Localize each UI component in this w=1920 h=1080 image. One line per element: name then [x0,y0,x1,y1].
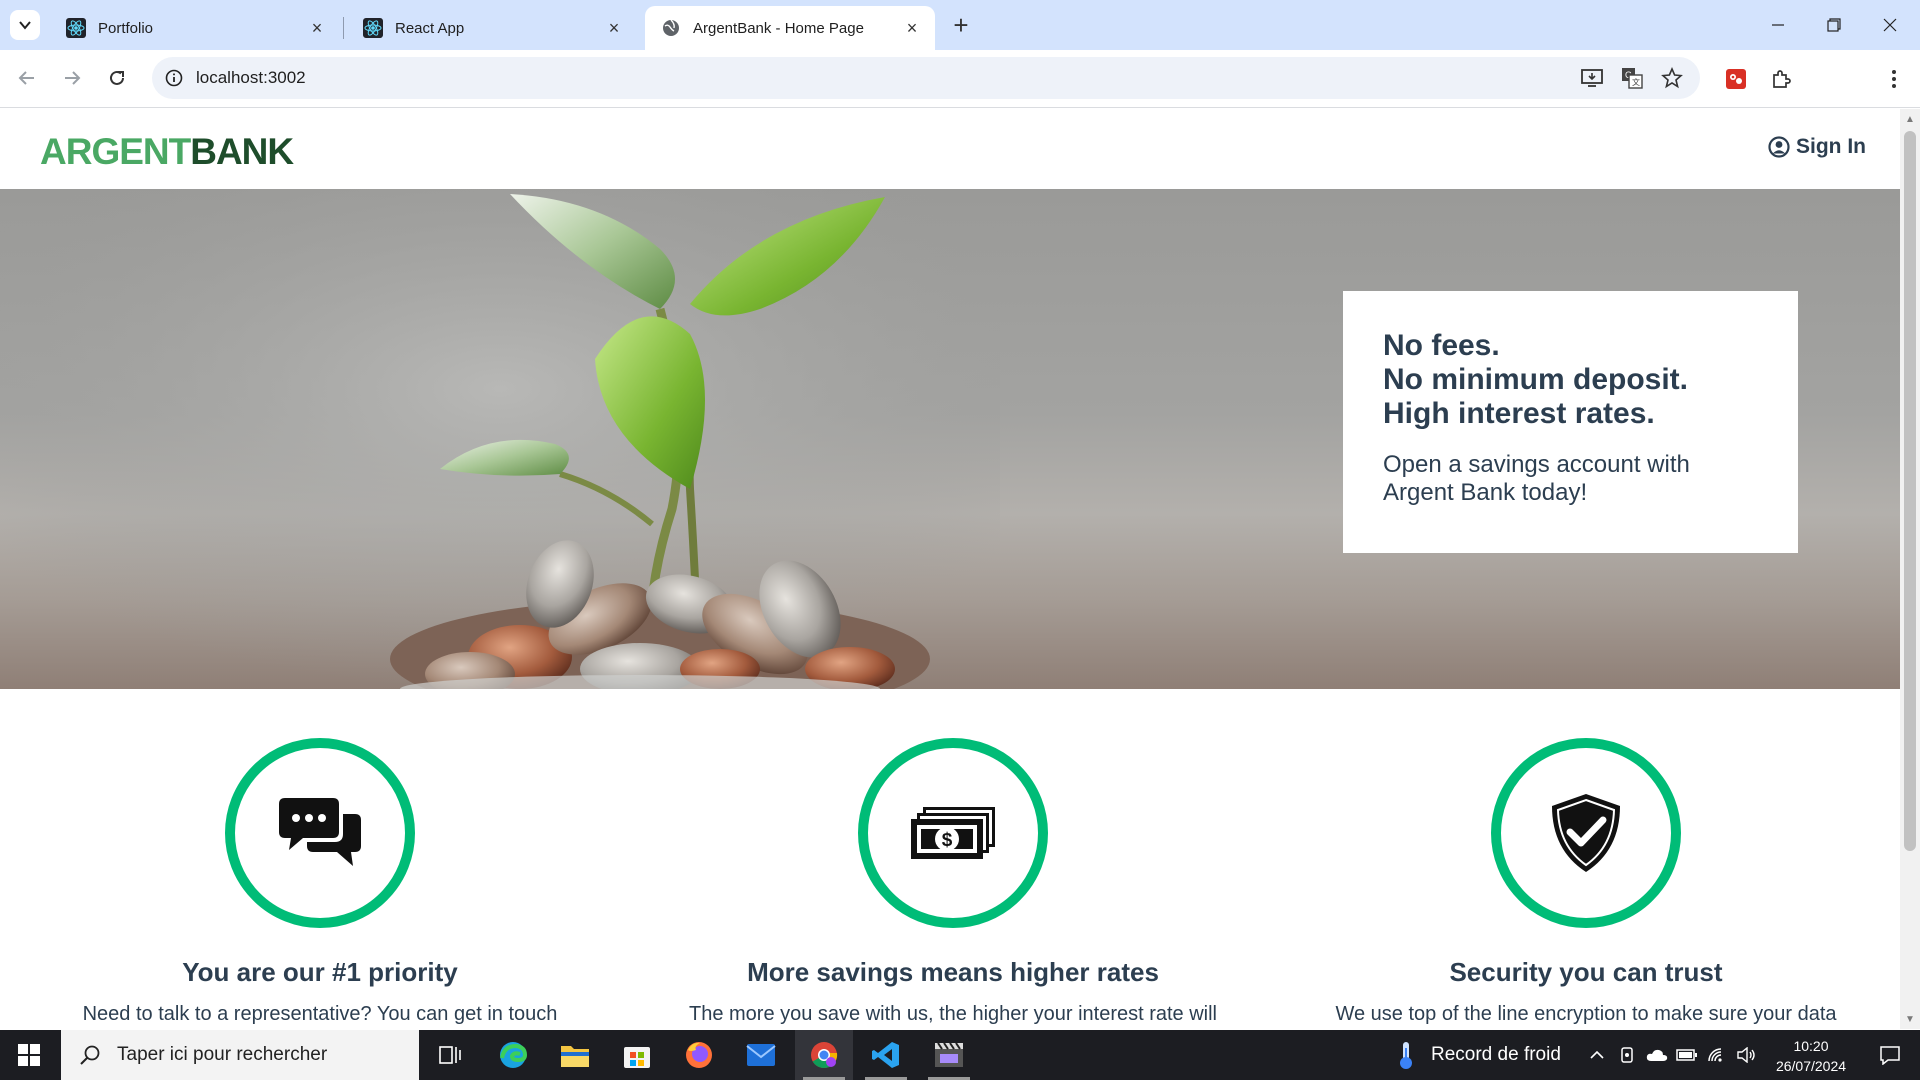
onedrive-icon[interactable] [1644,1030,1670,1080]
clock-date: 26/07/2024 [1775,1058,1847,1074]
minimize-icon[interactable] [1750,0,1806,50]
chat-icon [279,798,361,866]
tab-search-button[interactable] [10,10,40,40]
wifi-icon[interactable] [1704,1030,1730,1080]
logo-text-bank: BANK [190,131,294,172]
window-close-icon[interactable] [1862,0,1918,50]
svg-text:$: $ [942,830,953,851]
tab-strip: Portfolio × React App × ArgentBank - Hom… [0,0,1920,50]
tab-title: React App [395,19,465,37]
close-icon[interactable]: × [306,17,328,39]
hero-text-line-1: Open a savings account with [1383,451,1690,478]
feature-title: Security you can trust [1449,957,1723,987]
tab-portfolio[interactable]: Portfolio × [50,6,340,50]
restore-icon[interactable] [1806,0,1862,50]
sign-in-link[interactable]: Sign In [1768,135,1866,159]
feature-title: You are our #1 priority [182,957,458,987]
hero-text-line-2: Argent Bank today! [1383,479,1588,506]
feature-text: The more you save with us, the higher yo… [688,1003,1218,1025]
edge-icon[interactable] [484,1030,542,1080]
battery-icon[interactable] [1674,1030,1700,1080]
globe-icon [661,18,681,38]
taskbar-search-placeholder: Taper ici pour rechercher [117,1044,328,1065]
extensions-puzzle-icon[interactable] [1767,65,1795,93]
tab-argentbank[interactable]: ArgentBank - Home Page × [645,6,935,50]
scrollbar-thumb[interactable] [1904,131,1916,851]
feature-icon-ring: $ [858,738,1048,928]
microsoft-store-icon[interactable] [608,1030,666,1080]
tab-title: Portfolio [98,19,154,37]
feature-icon-ring [225,738,415,928]
start-button[interactable] [0,1030,58,1080]
translate-icon[interactable]: G文 [1620,66,1644,90]
svg-text:文: 文 [1632,77,1640,87]
chevron-down-icon [19,21,31,30]
page-viewport: ARGENTBANK Sign In No fees. No minimum d… [0,109,1900,1029]
hero-text: Open a savings account with Argent Bank … [1383,451,1758,507]
security-icon [1552,794,1620,872]
vscode-icon[interactable] [857,1030,915,1080]
close-icon[interactable]: × [901,17,923,39]
extension-icon[interactable] [1722,65,1750,93]
address-url[interactable]: localhost:3002 [196,68,306,88]
browser-toolbar: localhost:3002 G文 J [0,50,1920,143]
react-icon [66,18,86,38]
site-header: ARGENTBANK Sign In [0,109,1900,189]
user-circle-icon [1768,136,1790,158]
firefox-icon[interactable] [670,1030,728,1080]
site-info-icon[interactable] [162,66,186,90]
back-icon[interactable] [10,61,44,95]
chevron-up-icon[interactable] [1584,1030,1610,1080]
sign-in-label: Sign In [1796,135,1866,158]
mail-icon[interactable] [732,1030,790,1080]
hero-subtitle-1: No fees. [1383,329,1500,362]
page-scrollbar[interactable]: ▲ ▼ [1900,109,1920,1029]
thermometer-icon [1400,1042,1412,1069]
task-view-icon[interactable] [421,1030,479,1080]
chrome-icon[interactable] [795,1030,853,1080]
notification-icon[interactable] [1866,1030,1914,1080]
install-app-icon[interactable] [1580,66,1604,90]
windows-taskbar: Taper ici pour rechercher Record de froi… [0,1030,1920,1080]
logo-text-argent: ARGENT [40,131,191,172]
hero-banner: No fees. No minimum deposit. High intere… [0,189,1900,689]
search-icon [80,1045,100,1065]
feature-icon-ring [1491,738,1681,928]
taskbar-clock[interactable]: 10:20 26/07/2024 [1768,1036,1854,1076]
scroll-up-icon[interactable]: ▲ [1904,113,1916,125]
weather-text: Record de froid [1431,1044,1561,1065]
feature-text: Need to talk to a representative? You ca… [82,1003,558,1025]
media-app-icon[interactable] [920,1030,978,1080]
hero-promo-card: No fees. No minimum deposit. High intere… [1343,291,1798,553]
react-icon [363,18,383,38]
hero-subtitle-2: No minimum deposit. [1383,363,1689,396]
close-icon[interactable]: × [603,17,625,39]
scroll-down-icon[interactable]: ▼ [1904,1013,1916,1025]
reload-icon[interactable] [100,61,134,95]
device-icon[interactable] [1614,1030,1640,1080]
tab-separator [343,17,344,39]
hero-subtitle-3: High interest rates. [1383,397,1655,430]
weather-widget[interactable]: Record de froid [1395,1030,1561,1080]
more-menu-icon[interactable] [1880,65,1908,93]
forward-icon[interactable] [55,61,89,95]
tab-react-app[interactable]: React App × [347,6,637,50]
feature-text: We use top of the line encryption to mak… [1335,1003,1837,1025]
hero-plant-image [0,189,1000,689]
address-bar[interactable]: localhost:3002 G文 [152,57,1700,99]
feature-title: More savings means higher rates [747,957,1159,987]
money-icon: $ [911,807,995,859]
argentbank-logo[interactable]: ARGENTBANK [40,131,294,173]
taskbar-search[interactable]: Taper ici pour rechercher [61,1030,419,1080]
features-section: You are our #1 priority Need to talk to … [0,689,1900,1029]
windows-logo-icon [18,1044,40,1066]
volume-icon[interactable] [1734,1030,1760,1080]
new-tab-button[interactable]: + [947,10,975,40]
bookmark-star-icon[interactable] [1660,66,1684,90]
tab-title: ArgentBank - Home Page [693,19,864,37]
file-explorer-icon[interactable] [546,1030,604,1080]
clock-time: 10:20 [1793,1038,1829,1054]
